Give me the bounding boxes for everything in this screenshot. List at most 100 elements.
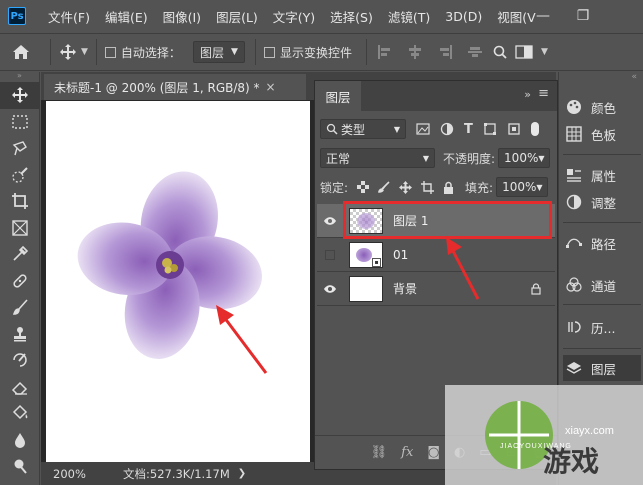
paint-bucket-icon bbox=[12, 405, 28, 420]
history-icon bbox=[563, 318, 585, 336]
eraser-tool[interactable] bbox=[0, 374, 40, 401]
link-icon[interactable]: ⛓ bbox=[371, 445, 388, 460]
fx-icon[interactable]: fx bbox=[401, 445, 413, 460]
chevron-down-icon[interactable]: ▼ bbox=[541, 47, 548, 57]
dock-channels[interactable]: 通道 bbox=[563, 272, 641, 298]
lock-transparent-icon[interactable] bbox=[357, 181, 370, 193]
lasso-tool[interactable] bbox=[0, 135, 40, 162]
options-bar: ▼ 自动选择： 图层 ▼ 显示变换控件 ▼ bbox=[0, 33, 643, 71]
dock-adjustments[interactable]: 调整 bbox=[563, 189, 641, 215]
layer-row-01[interactable]: ▪ 01 bbox=[317, 238, 555, 272]
filter-smart-object-icon[interactable] bbox=[507, 122, 521, 136]
menu-select[interactable]: 选择(S) bbox=[330, 7, 373, 26]
opacity-input[interactable]: 100% ▼ bbox=[498, 148, 551, 168]
stamp-tool[interactable] bbox=[0, 321, 40, 348]
blur-tool[interactable] bbox=[0, 427, 40, 454]
layer-name[interactable]: 背景 bbox=[393, 280, 417, 297]
history-brush-tool[interactable] bbox=[0, 347, 40, 374]
align-controls bbox=[377, 44, 483, 60]
menu-layer[interactable]: 图层(L) bbox=[216, 7, 258, 26]
filter-shape-icon[interactable] bbox=[483, 122, 497, 136]
opacity-value: 100% bbox=[504, 151, 539, 165]
filter-type-icon[interactable]: T bbox=[464, 122, 473, 137]
blend-mode-value: 正常 bbox=[326, 151, 351, 166]
dock-history[interactable]: 历... bbox=[563, 314, 641, 340]
properties-icon bbox=[563, 166, 585, 184]
lock-artboard-icon[interactable] bbox=[421, 180, 435, 194]
menu-edit[interactable]: 编辑(E) bbox=[105, 7, 148, 26]
dock-properties[interactable]: 属性 bbox=[563, 162, 641, 188]
dock-color[interactable]: 颜色 bbox=[563, 94, 641, 120]
menu-image[interactable]: 图像(I) bbox=[163, 7, 201, 26]
brush-tool[interactable] bbox=[0, 294, 40, 321]
document-canvas[interactable] bbox=[46, 101, 310, 462]
align-center-icon[interactable] bbox=[407, 44, 423, 60]
auto-select-checkbox[interactable] bbox=[104, 46, 116, 58]
document-tab[interactable]: 未标题-1 @ 200% (图层 1, RGB/8) * × bbox=[44, 74, 306, 100]
dock-swatches[interactable]: 色板 bbox=[563, 121, 641, 147]
move-tool-preset[interactable]: ▼ bbox=[59, 43, 88, 61]
dock-paths[interactable]: 路径 bbox=[563, 230, 641, 256]
blend-mode-dropdown[interactable]: 正常 ▼ bbox=[320, 148, 435, 168]
toolbar: » bbox=[0, 72, 40, 485]
dock-collapse-icon[interactable]: « bbox=[631, 72, 637, 82]
marquee-tool[interactable] bbox=[0, 109, 40, 136]
healing-brush-tool[interactable] bbox=[0, 268, 40, 295]
visibility-toggle[interactable] bbox=[317, 249, 343, 260]
filter-adjustment-icon[interactable] bbox=[440, 122, 454, 136]
dodge-tool[interactable] bbox=[0, 453, 40, 480]
maximize-button[interactable]: ❐ bbox=[563, 0, 603, 32]
filter-kind-dropdown[interactable]: 类型 ▼ bbox=[320, 119, 406, 139]
align-middle-icon[interactable] bbox=[467, 44, 483, 60]
zoom-level[interactable]: 200% bbox=[53, 467, 123, 481]
collapse-icon[interactable]: » bbox=[0, 72, 39, 82]
document-info: 文档:527.3K/1.17M bbox=[123, 466, 230, 481]
photoshop-logo[interactable]: Ps bbox=[8, 7, 26, 25]
align-left-icon[interactable] bbox=[377, 44, 393, 60]
menu-3d[interactable]: 3D(D) bbox=[445, 9, 482, 24]
show-transform-checkbox[interactable] bbox=[263, 46, 275, 58]
visibility-toggle[interactable] bbox=[317, 284, 343, 294]
tab-layers[interactable]: 图层 bbox=[315, 81, 361, 111]
workspace-icon[interactable] bbox=[515, 45, 533, 59]
filter-toggle-icon[interactable] bbox=[530, 122, 539, 136]
chevron-down-icon: ▼ bbox=[538, 153, 545, 163]
quick-select-tool[interactable] bbox=[0, 162, 40, 189]
watermark-site: xiayx.com bbox=[565, 425, 614, 437]
lock-position-icon[interactable] bbox=[399, 180, 413, 194]
menu-file[interactable]: 文件(F) bbox=[48, 7, 90, 26]
paint-bucket-tool[interactable] bbox=[0, 400, 40, 427]
dodge-icon bbox=[14, 459, 27, 474]
flower-thumbnail bbox=[356, 247, 372, 262]
layer-name[interactable]: 01 bbox=[393, 248, 408, 262]
layer-row-background[interactable]: 背景 bbox=[317, 272, 555, 306]
chevron-right-icon[interactable]: ❯ bbox=[238, 468, 246, 479]
mask-icon[interactable]: ◙ bbox=[427, 445, 440, 460]
panel-expand-icon[interactable]: » bbox=[524, 88, 531, 101]
minimize-button[interactable]: — bbox=[523, 0, 563, 32]
panel-menu-icon[interactable]: ≡ bbox=[538, 86, 549, 101]
crop-tool[interactable] bbox=[0, 188, 40, 215]
dock-layers[interactable]: 图层 bbox=[563, 355, 641, 381]
search-icon[interactable] bbox=[493, 45, 507, 59]
close-icon[interactable]: × bbox=[266, 80, 276, 94]
lock-pixels-icon[interactable] bbox=[378, 181, 390, 193]
frame-icon bbox=[12, 220, 28, 236]
filter-pixel-icon[interactable] bbox=[416, 123, 430, 135]
lock-all-icon[interactable] bbox=[443, 181, 454, 194]
align-right-icon[interactable] bbox=[437, 44, 453, 60]
move-tool[interactable] bbox=[0, 82, 40, 109]
fill-value: 100% bbox=[502, 180, 537, 194]
auto-select-target-dropdown[interactable]: 图层 ▼ bbox=[192, 41, 245, 63]
dock-label: 属性 bbox=[591, 168, 617, 184]
right-options: ▼ bbox=[493, 45, 548, 59]
eyedropper-tool[interactable] bbox=[0, 241, 40, 268]
visibility-toggle[interactable] bbox=[317, 216, 343, 226]
crop-icon bbox=[12, 193, 28, 210]
home-icon[interactable] bbox=[0, 44, 42, 60]
divider bbox=[95, 39, 97, 65]
menu-filter[interactable]: 滤镜(T) bbox=[388, 7, 430, 26]
frame-tool[interactable] bbox=[0, 215, 40, 242]
menu-type[interactable]: 文字(Y) bbox=[273, 7, 315, 26]
fill-input[interactable]: 100% ▼ bbox=[496, 177, 549, 197]
